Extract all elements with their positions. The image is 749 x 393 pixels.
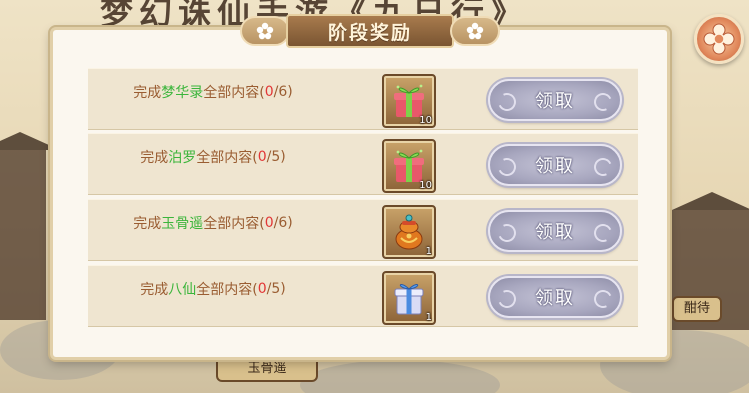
task-prefix: 完成 [133, 216, 162, 232]
task-name: 泊罗 [168, 150, 197, 166]
task-suffix: /6) [273, 215, 293, 231]
reward-row: 完成 八仙 全部内容(0/5) 1 领取 [88, 265, 638, 327]
task-middle: 全部内容( [196, 282, 258, 298]
flower-icon [256, 22, 274, 40]
reward-count: 1 [425, 312, 432, 323]
task-description: 完成 八仙 全部内容(0/5) [88, 266, 338, 312]
reward-item[interactable]: 1 [382, 271, 436, 325]
claim-button-label: 领取 [535, 91, 575, 112]
task-progress: 0 [257, 149, 267, 165]
claim-button[interactable]: 领取 [488, 276, 622, 318]
background-roof-right [672, 192, 749, 210]
task-description: 完成 泊罗 全部内容(0/5) [88, 134, 338, 180]
claim-button-label: 领取 [535, 288, 575, 309]
background-building-left [0, 150, 46, 320]
treasure-bag-icon [395, 214, 423, 250]
task-progress: 0 [264, 215, 274, 231]
reward-row: 完成 泊罗 全部内容(0/5) 10 领取 [88, 133, 638, 195]
task-name: 玉骨遥 [161, 216, 204, 232]
dialog-title-plate: 阶段奖励 [286, 14, 454, 48]
reward-item[interactable]: 1 [382, 205, 436, 259]
menu-flower-button[interactable] [694, 14, 744, 64]
task-middle: 全部内容( [203, 85, 265, 101]
task-prefix: 完成 [140, 150, 169, 166]
reward-row: 完成 玉骨遥 全部内容(0/6) 1 领取 [88, 199, 638, 261]
reward-count: 1 [425, 246, 432, 257]
claim-button-label: 领取 [535, 222, 575, 243]
dialog-header: 阶段奖励 [240, 12, 500, 50]
task-suffix: /5) [266, 149, 286, 165]
task-name: 梦华录 [161, 85, 204, 101]
claim-button[interactable]: 领取 [488, 79, 622, 121]
task-suffix: /5) [266, 281, 286, 297]
flower-icon [466, 22, 484, 40]
reward-item[interactable]: 10 [382, 139, 436, 193]
reward-count: 10 [419, 115, 432, 126]
task-suffix: /6) [273, 84, 293, 100]
header-wing-right [450, 16, 500, 46]
blue-gift-box-icon [394, 284, 424, 315]
task-description: 完成 梦华录 全部内容(0/6) [88, 69, 338, 115]
task-name: 八仙 [168, 282, 197, 298]
task-description: 完成 玉骨遥 全部内容(0/6) [88, 200, 338, 246]
task-middle: 全部内容( [196, 150, 258, 166]
flower-pattern-icon [703, 23, 735, 55]
task-progress: 0 [264, 84, 274, 100]
task-progress: 0 [257, 281, 267, 297]
task-middle: 全部内容( [203, 216, 265, 232]
task-prefix: 完成 [133, 85, 162, 101]
background-side-tag[interactable]: 酣待 [672, 296, 722, 322]
dialog-title: 阶段奖励 [327, 21, 412, 44]
task-prefix: 完成 [140, 282, 169, 298]
reward-item[interactable]: 10 [382, 74, 436, 128]
claim-button[interactable]: 领取 [488, 144, 622, 186]
reward-count: 10 [419, 180, 432, 191]
reward-row: 完成 梦华录 全部内容(0/6) 10 领取 [88, 68, 638, 130]
background-cloud [300, 360, 500, 393]
header-wing-left [240, 16, 290, 46]
claim-button[interactable]: 领取 [488, 210, 622, 252]
claim-button-label: 领取 [535, 156, 575, 177]
